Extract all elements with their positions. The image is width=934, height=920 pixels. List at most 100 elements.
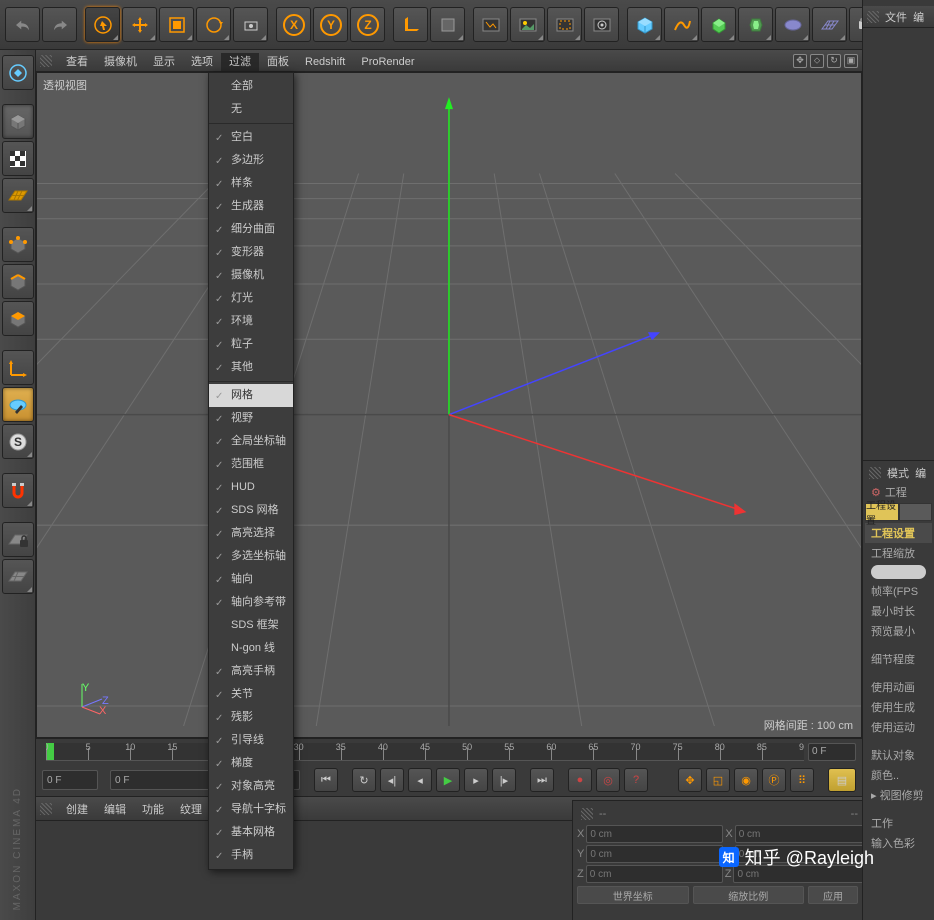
next-frame-button[interactable]: ▸ bbox=[464, 768, 488, 792]
prop-row[interactable]: 默认对象 bbox=[865, 745, 932, 765]
prop-row[interactable]: 最小时长 bbox=[865, 601, 932, 621]
viewport-menu-面板[interactable]: 面板 bbox=[259, 53, 297, 71]
snap-button[interactable] bbox=[2, 473, 34, 508]
scale-mode-select[interactable]: 缩放比例 bbox=[693, 886, 805, 904]
move-tool[interactable] bbox=[122, 7, 157, 42]
autokey-button[interactable]: ◎ bbox=[596, 768, 620, 792]
model-mode-button[interactable] bbox=[2, 104, 34, 139]
filter-item-关节[interactable]: ✓关节 bbox=[209, 683, 293, 706]
key-rotate-button[interactable]: ◉ bbox=[734, 768, 758, 792]
filter-item-全部[interactable]: 全部 bbox=[209, 75, 293, 98]
project-other-tab[interactable] bbox=[899, 503, 933, 521]
prop-row[interactable]: 帧率(FPS bbox=[865, 581, 932, 601]
filter-item-SDS 网格[interactable]: ✓SDS 网格 bbox=[209, 499, 293, 522]
filter-item-细分曲面[interactable]: ✓细分曲面 bbox=[209, 218, 293, 241]
tweak-mode-button[interactable] bbox=[2, 387, 34, 422]
timeline-ruler[interactable]: 051015202530354045505560657075808590 bbox=[46, 743, 804, 761]
filter-item-残影[interactable]: ✓残影 bbox=[209, 706, 293, 729]
filter-item-网格[interactable]: ✓网格 bbox=[209, 384, 293, 407]
viewport-menu-显示[interactable]: 显示 bbox=[145, 53, 183, 71]
vp-rotate-icon[interactable]: ↻ bbox=[827, 54, 841, 68]
vp-navigate-icon[interactable]: ✥ bbox=[793, 54, 807, 68]
filter-item-无[interactable]: 无 bbox=[209, 98, 293, 121]
deformer-button[interactable] bbox=[738, 7, 773, 42]
frame-start-input[interactable] bbox=[42, 770, 98, 790]
filter-item-N-gon 线[interactable]: N-gon 线 bbox=[209, 637, 293, 660]
go-end-button[interactable]: ⏭ bbox=[530, 768, 554, 792]
materials-menu-编辑[interactable]: 编辑 bbox=[96, 801, 134, 819]
polygon-mode-button[interactable] bbox=[2, 301, 34, 336]
filter-item-对象高亮[interactable]: ✓对象高亮 bbox=[209, 775, 293, 798]
materials-menu-创建[interactable]: 创建 bbox=[58, 801, 96, 819]
filter-item-SDS 框架[interactable]: SDS 框架 bbox=[209, 614, 293, 637]
drag-handle-icon[interactable] bbox=[40, 803, 52, 815]
prop-row[interactable]: 工作 bbox=[865, 813, 932, 833]
filter-item-全局坐标轴[interactable]: ✓全局坐标轴 bbox=[209, 430, 293, 453]
timeline[interactable]: 051015202530354045505560657075808590 0 F bbox=[36, 738, 862, 764]
viewport-menu-选项[interactable]: 选项 bbox=[183, 53, 221, 71]
viewport-menu-过滤[interactable]: 过滤 bbox=[221, 53, 259, 71]
record-button[interactable]: ● bbox=[568, 768, 592, 792]
edge-mode-button[interactable] bbox=[2, 264, 34, 299]
filter-item-生成器[interactable]: ✓生成器 bbox=[209, 195, 293, 218]
environment-button[interactable] bbox=[775, 7, 810, 42]
filter-item-梯度[interactable]: ✓梯度 bbox=[209, 752, 293, 775]
filter-item-高亮手柄[interactable]: ✓高亮手柄 bbox=[209, 660, 293, 683]
apply-button[interactable]: 应用 bbox=[808, 886, 858, 904]
animation-prefs-button[interactable]: ▤ bbox=[828, 768, 856, 792]
filter-item-视野[interactable]: ✓视野 bbox=[209, 407, 293, 430]
last-tool[interactable] bbox=[233, 7, 268, 42]
prop-row[interactable]: 使用运动 bbox=[865, 717, 932, 737]
recent-tool-button[interactable] bbox=[430, 7, 465, 42]
render-region-button[interactable] bbox=[547, 7, 582, 42]
materials-menu-纹理[interactable]: 纹理 bbox=[172, 801, 210, 819]
timeline-end-display[interactable]: 0 F bbox=[808, 743, 856, 761]
viewport-solo-button[interactable]: S bbox=[2, 424, 34, 459]
scale-slider[interactable] bbox=[871, 565, 926, 579]
floor-button[interactable] bbox=[812, 7, 847, 42]
planar-workplane-button[interactable] bbox=[2, 559, 34, 594]
objects-tab[interactable]: 文件 bbox=[885, 9, 907, 25]
filter-item-引导线[interactable]: ✓引导线 bbox=[209, 729, 293, 752]
loop-button[interactable]: ↻ bbox=[352, 768, 376, 792]
undo-button[interactable] bbox=[5, 7, 40, 42]
render-picture-button[interactable] bbox=[510, 7, 545, 42]
prop-row[interactable]: 工程缩放 bbox=[865, 543, 932, 563]
filter-item-摄像机[interactable]: ✓摄像机 bbox=[209, 264, 293, 287]
viewport-menu-查看[interactable]: 查看 bbox=[58, 53, 96, 71]
spline-button[interactable] bbox=[664, 7, 699, 42]
coord-system-select[interactable]: 世界坐标 bbox=[577, 886, 689, 904]
objects-edit-menu[interactable]: 编 bbox=[913, 9, 924, 25]
axis-z-button[interactable]: Z bbox=[350, 7, 385, 42]
point-mode-button[interactable] bbox=[2, 227, 34, 262]
axis-tool-button[interactable] bbox=[2, 350, 34, 385]
keyframe-options-button[interactable]: ? bbox=[624, 768, 648, 792]
filter-item-轴向参考带[interactable]: ✓轴向参考带 bbox=[209, 591, 293, 614]
prop-row[interactable]: 使用动画 bbox=[865, 677, 932, 697]
vp-zoom-icon[interactable]: ⬦ bbox=[810, 54, 824, 68]
attr-edit-menu[interactable]: 编 bbox=[915, 465, 926, 481]
locked-workplane-button[interactable] bbox=[2, 522, 34, 557]
generator-button[interactable] bbox=[701, 7, 736, 42]
prop-row[interactable]: 颜色.. bbox=[865, 765, 932, 785]
make-editable-button[interactable] bbox=[2, 55, 34, 90]
filter-item-手柄[interactable]: ✓手柄 bbox=[209, 844, 293, 867]
key-scale-button[interactable]: ◱ bbox=[706, 768, 730, 792]
viewport[interactable]: 透视视图 bbox=[36, 72, 862, 738]
texture-mode-button[interactable] bbox=[2, 141, 34, 176]
viewport-menu-ProRender[interactable]: ProRender bbox=[353, 53, 422, 71]
rotate-tool[interactable] bbox=[196, 7, 231, 42]
filter-item-基本网格[interactable]: ✓基本网格 bbox=[209, 821, 293, 844]
filter-item-导航十字标[interactable]: ✓导航十字标 bbox=[209, 798, 293, 821]
axis-y-button[interactable]: Y bbox=[313, 7, 348, 42]
prop-row[interactable]: 细节程度 bbox=[865, 649, 932, 669]
prev-frame-button[interactable]: ◂ bbox=[408, 768, 432, 792]
filter-item-轴向[interactable]: ✓轴向 bbox=[209, 568, 293, 591]
prop-row[interactable]: 预览最小 bbox=[865, 621, 932, 641]
viewport-menu-Redshift[interactable]: Redshift bbox=[297, 53, 353, 71]
pos-z-input[interactable] bbox=[586, 865, 723, 883]
key-move-button[interactable]: ✥ bbox=[678, 768, 702, 792]
redo-button[interactable] bbox=[42, 7, 77, 42]
scale-tool[interactable] bbox=[159, 7, 194, 42]
key-param-button[interactable]: Ⓟ bbox=[762, 768, 786, 792]
